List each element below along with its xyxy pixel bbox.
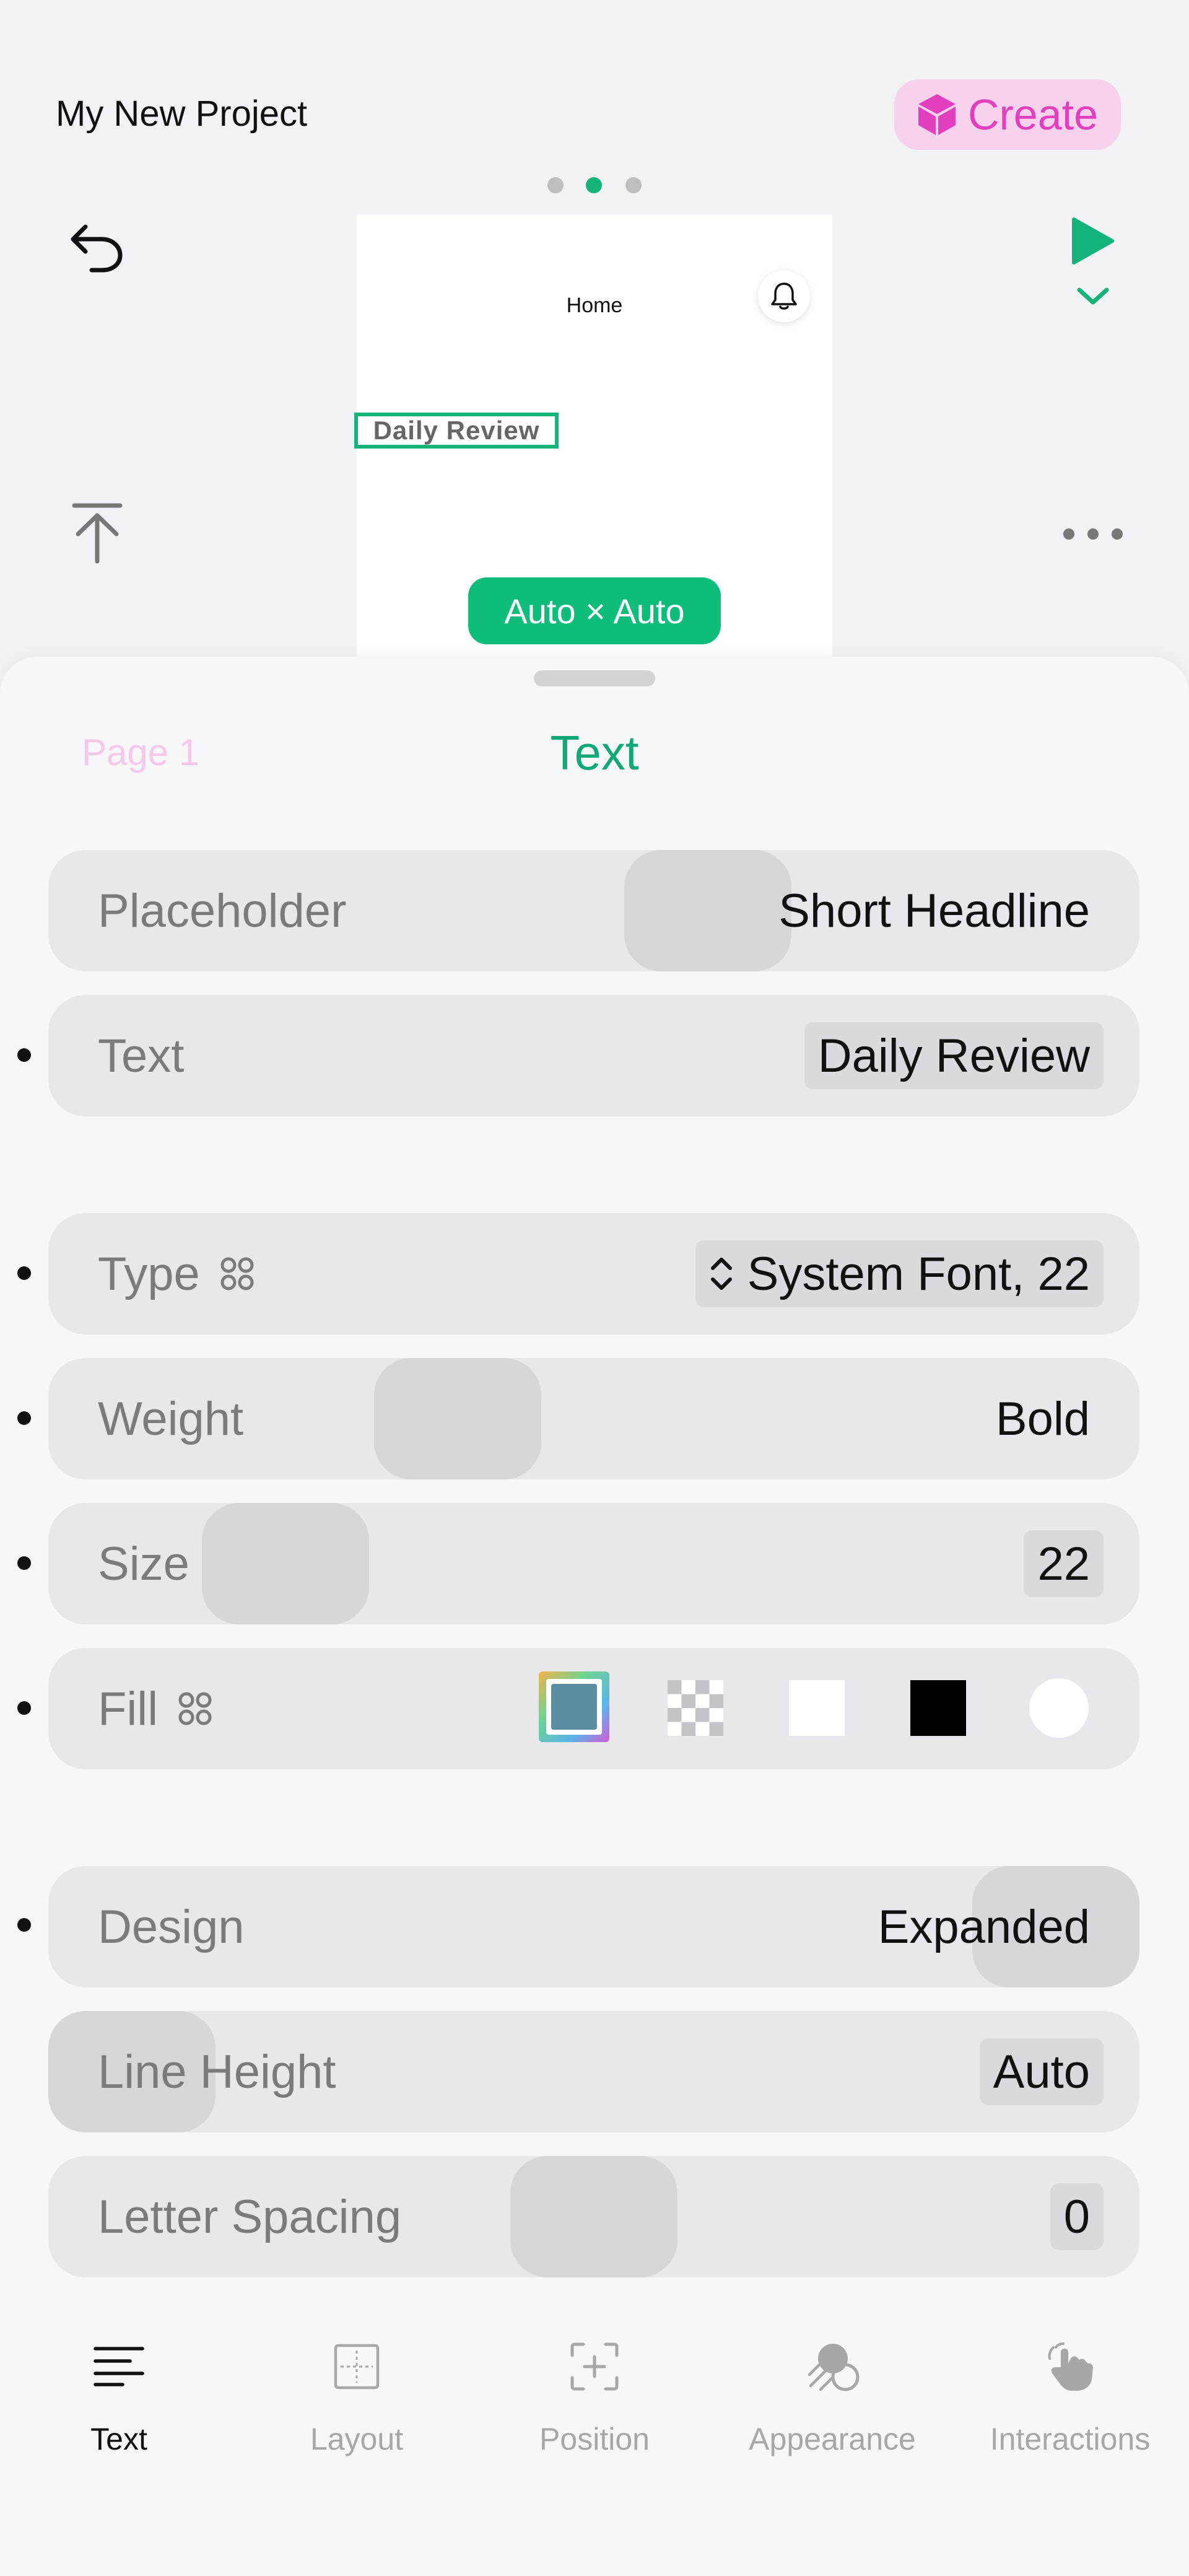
weight-row[interactable]: Weight Bold [48, 1358, 1139, 1479]
ghost-highlight [510, 2156, 677, 2277]
position-icon [570, 2342, 619, 2391]
more-icon[interactable] [1060, 522, 1126, 546]
tab-label: Position [539, 2422, 650, 2456]
design-label: Design [98, 1900, 245, 1953]
row-bullet [17, 1918, 31, 1932]
text-label: Text [98, 1029, 185, 1082]
circle-swatch[interactable] [1029, 1678, 1089, 1738]
move-to-top-icon[interactable] [69, 502, 125, 564]
selected-text-element[interactable]: Daily Review [354, 413, 559, 449]
ghost-highlight [202, 1503, 369, 1624]
placeholder-row[interactable]: Placeholder Short Headline [48, 850, 1139, 971]
white-swatch[interactable] [789, 1680, 845, 1736]
text-value[interactable]: Daily Review [804, 1022, 1104, 1089]
custom-color-swatch[interactable] [538, 1670, 611, 1743]
text-align-icon [94, 2347, 144, 2386]
page-dot-3[interactable] [625, 177, 642, 193]
weight-value[interactable]: Bold [996, 1358, 1090, 1479]
create-label: Create [967, 90, 1099, 139]
letter-spacing-value[interactable]: 0 [1050, 2183, 1104, 2250]
notification-button[interactable] [758, 270, 810, 322]
tab-text[interactable]: Text [0, 2336, 238, 2484]
tab-label: Text [90, 2422, 147, 2456]
fill-label: Fill [98, 1648, 214, 1769]
design-row[interactable]: Design Expanded [48, 1866, 1139, 1987]
letter-spacing-row[interactable]: Letter Spacing 0 [48, 2156, 1139, 2277]
size-badge: Auto × Auto [468, 577, 721, 644]
layout-icon [334, 2344, 380, 2390]
variable-icon [178, 1692, 212, 1725]
type-label: Type [98, 1213, 256, 1334]
row-bullet [17, 1048, 31, 1062]
letter-spacing-label: Letter Spacing [98, 2190, 402, 2243]
line-height-label: Line Height [98, 2045, 336, 2098]
bell-icon [771, 283, 797, 310]
type-row[interactable]: Type System Font, 22 [48, 1213, 1139, 1334]
sheet-grabber[interactable] [534, 670, 655, 686]
black-swatch[interactable] [910, 1680, 966, 1736]
weight-label: Weight [98, 1392, 244, 1445]
line-height-row[interactable]: Line Height Auto [48, 2011, 1139, 2132]
tab-label: Interactions [990, 2422, 1151, 2456]
placeholder-label: Placeholder [98, 884, 347, 937]
size-label: Size [98, 1537, 189, 1590]
hand-tap-icon [1048, 2342, 1093, 2391]
up-down-chevron-icon [710, 1258, 732, 1290]
play-icon[interactable] [1071, 217, 1115, 265]
tab-label: Appearance [749, 2422, 916, 2456]
tab-label: Layout [310, 2422, 404, 2456]
create-button[interactable]: Create [894, 79, 1121, 150]
chevron-down-icon[interactable] [1074, 284, 1112, 309]
size-row[interactable]: Size 22 [48, 1503, 1139, 1624]
tab-appearance[interactable]: Appearance [713, 2336, 951, 2484]
row-bullet [17, 1266, 31, 1280]
tab-position[interactable]: Position [476, 2336, 713, 2484]
size-value[interactable]: 22 [1024, 1530, 1104, 1597]
ghost-highlight [624, 850, 791, 971]
sheet-title: Text [550, 725, 639, 780]
page-dot-1[interactable] [547, 177, 564, 193]
tab-interactions[interactable]: Interactions [951, 2336, 1189, 2484]
design-value[interactable]: Expanded [878, 1866, 1090, 1987]
line-height-value[interactable]: Auto [979, 2038, 1104, 2105]
row-bullet [17, 1701, 31, 1715]
cube-icon [918, 94, 956, 135]
ghost-highlight [374, 1358, 541, 1479]
row-bullet [17, 1556, 31, 1570]
row-bullet [17, 1411, 31, 1425]
variable-icon [220, 1257, 254, 1290]
transparent-swatch[interactable] [668, 1680, 723, 1736]
type-value[interactable]: System Font, 22 [695, 1240, 1104, 1307]
text-row[interactable]: Text Daily Review [48, 995, 1139, 1116]
undo-icon[interactable] [68, 218, 124, 274]
project-title[interactable]: My New Project [56, 93, 307, 134]
placeholder-value[interactable]: Short Headline [778, 850, 1090, 971]
appearance-icon [808, 2344, 860, 2391]
tab-layout[interactable]: Layout [238, 2336, 476, 2484]
page-dot-2[interactable] [586, 177, 602, 193]
